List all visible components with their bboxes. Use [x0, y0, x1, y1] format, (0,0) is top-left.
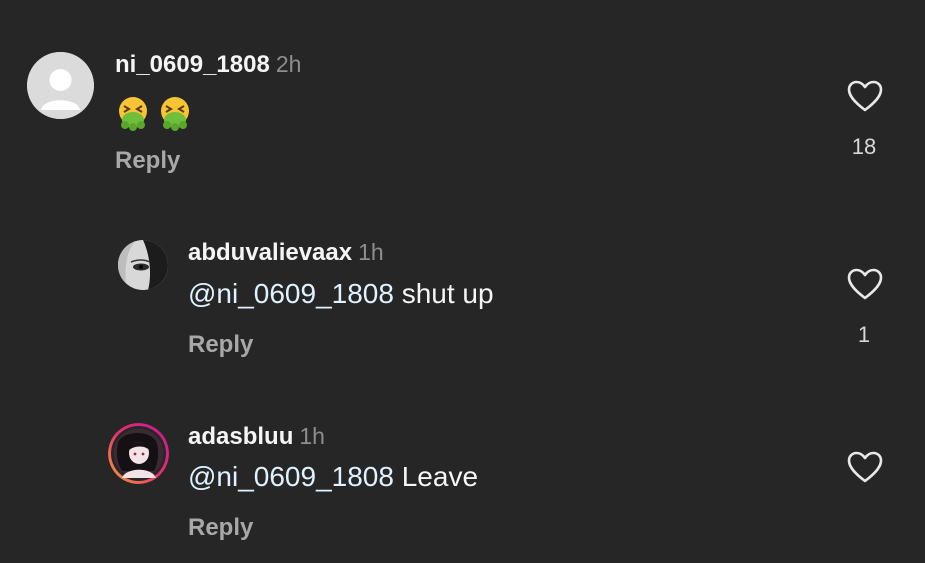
comment-text-value: shut up	[393, 278, 494, 309]
reply-button[interactable]: Reply	[188, 513, 253, 543]
comment-time: 1h	[299, 423, 325, 449]
reply-button[interactable]: Reply	[188, 330, 253, 360]
like-count: 18	[851, 134, 877, 159]
user-photo-avatar[interactable]	[118, 240, 168, 290]
comment-username[interactable]: adasbluu	[188, 423, 293, 450]
comment-header: ni_0609_1808 2h	[115, 49, 301, 80]
comment-text: @ni_0609_1808 shut up	[188, 277, 494, 311]
vomit-emoji-icon	[161, 96, 189, 131]
comment-time: 2h	[275, 51, 302, 77]
heart-outline-icon[interactable]	[845, 265, 885, 305]
comment-text-value: Leave	[393, 461, 479, 492]
comment-time: 1h	[358, 239, 384, 265]
default-avatar-icon[interactable]	[27, 52, 94, 119]
comment-item: abduvalievaax 1h @ni_0609_1808 shut up Re…	[0, 200, 925, 380]
reply-button[interactable]: Reply	[115, 146, 180, 176]
comment-text: 🤮🤮	[115, 94, 199, 131]
comment-username[interactable]: abduvalievaax	[188, 239, 352, 266]
comment-item: ni_0609_18082h 🤮🤮 Reply	[0, 0, 925, 200]
comment-text: @ni_0609_1808 Leave	[188, 460, 478, 494]
vomit-emoji-icon	[119, 96, 147, 131]
heart-outline-icon[interactable]	[845, 448, 885, 488]
comment-header: abduvalievaax 1h	[188, 237, 384, 268]
comments-list: ni_0609_18082h 🤮🤮 Reply	[0, 0, 925, 563]
story-ring-avatar[interactable]	[108, 423, 169, 484]
mention-link[interactable]: @ni_0609_1808	[188, 461, 394, 492]
heart-outline-icon[interactable]	[845, 77, 885, 117]
comment-item: adasbluu 1h @ni_0609_1808 Leave Reply	[0, 380, 925, 563]
like-count: 1	[857, 322, 871, 347]
comment-header: adasbluu 1h	[188, 421, 325, 452]
mention-link[interactable]: @ni_0609_1808	[188, 278, 394, 309]
comment-username[interactable]: ni_0609_1808	[115, 51, 270, 78]
